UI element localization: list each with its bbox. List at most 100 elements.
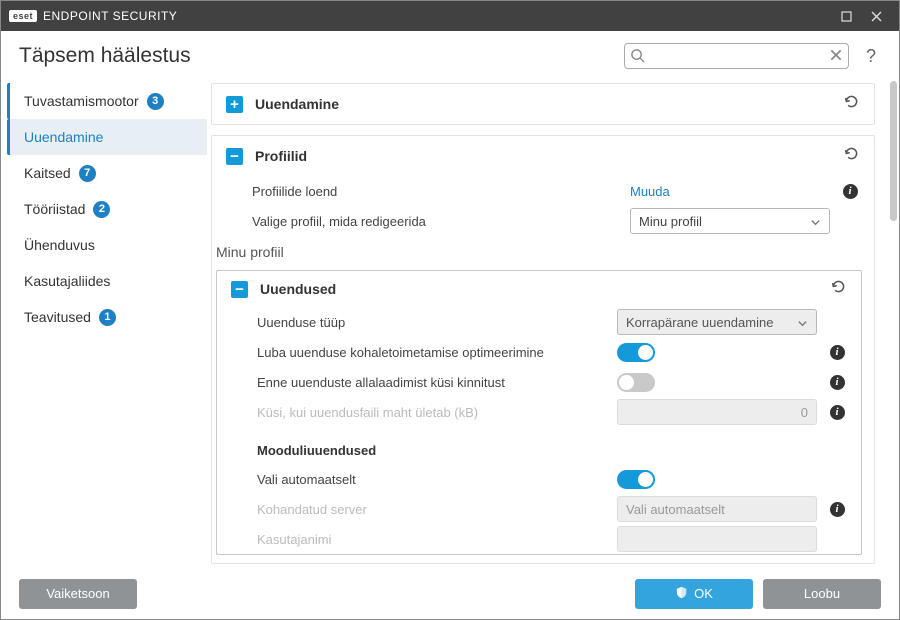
sidebar-item-ui[interactable]: Kasutajaliides	[7, 263, 207, 299]
collapse-icon[interactable]	[231, 281, 248, 298]
window-maximize-button[interactable]	[831, 1, 861, 31]
delivery-opt-toggle[interactable]	[617, 343, 655, 362]
module-updates-title: Mooduliuuendused	[217, 427, 861, 464]
row-label: Uuenduse tüüp	[257, 315, 607, 330]
help-button[interactable]: ?	[861, 46, 881, 67]
sidebar-item-detection-engine[interactable]: Tuvastamismootor 3	[7, 83, 207, 119]
confirm-toggle[interactable]	[617, 373, 655, 392]
sidebar-badge: 2	[93, 201, 110, 218]
brand-text: ENDPOINT SECURITY	[43, 9, 177, 23]
row-profile-list: Profiilide loend Muuda i	[212, 176, 874, 206]
custom-server-input: Vali automaatselt	[617, 496, 817, 522]
close-icon	[871, 11, 882, 22]
username-input	[617, 526, 817, 552]
window-close-button[interactable]	[861, 1, 891, 31]
row-username: Kasutajanimi	[217, 524, 861, 554]
panel-title: Uuendused	[260, 281, 818, 297]
info-icon[interactable]: i	[830, 405, 845, 420]
row-label: Enne uuenduste allalaadimist küsi kinnit…	[257, 375, 607, 390]
info-icon[interactable]: i	[830, 502, 845, 517]
row-label: Luba uuenduse kohaletoimetamise optimeer…	[257, 345, 607, 360]
revert-icon	[843, 93, 860, 110]
ok-label: OK	[694, 586, 713, 601]
sidebar: Tuvastamismootor 3 Uuendamine Kaitsed 7 …	[1, 77, 211, 567]
panel-title: Profiilid	[255, 148, 831, 164]
revert-button[interactable]	[843, 145, 860, 167]
revert-button[interactable]	[830, 278, 847, 300]
row-confirm: Enne uuenduste allalaadimist küsi kinnit…	[217, 367, 861, 397]
panel-update: Uuendamine	[211, 83, 875, 125]
titlebar: eset ENDPOINT SECURITY	[1, 1, 899, 31]
main-scroll[interactable]: Uuendamine Profiilid	[211, 77, 889, 567]
panel-updates: Uuendused Uuenduse tüüp Korrapärane uuen…	[216, 270, 862, 555]
main: Uuendamine Profiilid	[211, 77, 899, 567]
row-label: Valige profiil, mida redigeerida	[252, 214, 620, 229]
row-delivery-opt: Luba uuenduse kohaletoimetamise optimeer…	[217, 337, 861, 367]
scrollbar[interactable]	[889, 77, 899, 567]
row-profile-select: Valige profiil, mida redigeerida Minu pr…	[212, 206, 874, 236]
search-wrap	[624, 43, 849, 69]
footer: Vaiketsoon OK Loobu	[1, 567, 899, 619]
info-icon[interactable]: i	[843, 184, 858, 199]
search-icon	[630, 48, 645, 68]
search-clear-button[interactable]	[829, 48, 843, 67]
update-type-select[interactable]: Korrapärane uuendamine	[617, 309, 817, 335]
row-size-threshold: Küsi, kui uuendusfaili maht ületab (kB) …	[217, 397, 861, 427]
sidebar-item-label: Teavitused	[24, 309, 91, 325]
expand-icon[interactable]	[226, 96, 243, 113]
chevron-down-icon	[797, 317, 808, 332]
sidebar-item-label: Uuendamine	[24, 129, 103, 145]
sidebar-item-label: Ühenduvus	[24, 237, 95, 253]
row-update-type: Uuenduse tüüp Korrapärane uuendamine	[217, 307, 861, 337]
brand: eset ENDPOINT SECURITY	[9, 9, 177, 23]
brand-tag: eset	[9, 10, 37, 22]
select-value: Korrapärane uuendamine	[626, 315, 773, 330]
sidebar-item-update[interactable]: Uuendamine	[7, 119, 207, 155]
row-label: Vali automaatselt	[257, 472, 607, 487]
revert-icon	[830, 278, 847, 295]
sidebar-item-protections[interactable]: Kaitsed 7	[7, 155, 207, 191]
sidebar-item-label: Tööriistad	[24, 201, 85, 217]
sidebar-item-connectivity[interactable]: Ühenduvus	[7, 227, 207, 263]
profile-select[interactable]: Minu profiil	[630, 208, 830, 234]
row-auto-select: Vali automaatselt	[217, 464, 861, 494]
auto-select-toggle[interactable]	[617, 470, 655, 489]
search-input[interactable]	[624, 43, 849, 69]
panel-header-update[interactable]: Uuendamine	[212, 84, 874, 124]
sidebar-item-label: Kaitsed	[24, 165, 71, 181]
row-label: Küsi, kui uuendusfaili maht ületab (kB)	[257, 405, 607, 420]
scrollbar-thumb[interactable]	[890, 81, 897, 221]
chevron-down-icon	[810, 216, 821, 231]
profile-subheading: Minu profiil	[212, 236, 874, 264]
edit-profiles-link[interactable]: Muuda	[630, 184, 670, 199]
sidebar-item-tools[interactable]: Tööriistad 2	[7, 191, 207, 227]
shield-icon	[675, 586, 688, 602]
panel-header-updates[interactable]: Uuendused	[217, 271, 861, 307]
sidebar-badge: 7	[79, 165, 96, 182]
sidebar-badge: 1	[99, 309, 116, 326]
page-title: Täpsem häälestus	[19, 44, 612, 68]
revert-button[interactable]	[843, 93, 860, 115]
cancel-button[interactable]: Loobu	[763, 579, 881, 609]
row-custom-server: Kohandatud server Vali automaatselt i	[217, 494, 861, 524]
row-label: Kohandatud server	[257, 502, 607, 517]
row-label: Profiilide loend	[252, 184, 620, 199]
select-value: Minu profiil	[639, 214, 702, 229]
info-icon[interactable]: i	[830, 375, 845, 390]
body: Tuvastamismootor 3 Uuendamine Kaitsed 7 …	[1, 77, 899, 567]
sidebar-item-notifications[interactable]: Teavitused 1	[7, 299, 207, 335]
panel-title: Uuendamine	[255, 96, 831, 112]
default-zone-button[interactable]: Vaiketsoon	[19, 579, 137, 609]
revert-icon	[843, 145, 860, 162]
collapse-icon[interactable]	[226, 148, 243, 165]
info-icon[interactable]: i	[830, 345, 845, 360]
sidebar-item-label: Tuvastamismootor	[24, 93, 139, 109]
ok-button[interactable]: OK	[635, 579, 753, 609]
panel-header-profiles[interactable]: Profiilid	[212, 136, 874, 176]
panel-profiles: Profiilid Profiilide loend Muuda i Valig…	[211, 135, 875, 564]
sidebar-badge: 3	[147, 93, 164, 110]
header: Täpsem häälestus ?	[1, 31, 899, 77]
sidebar-item-label: Kasutajaliides	[24, 273, 110, 289]
size-threshold-input	[617, 399, 817, 425]
row-label: Kasutajanimi	[257, 532, 607, 547]
